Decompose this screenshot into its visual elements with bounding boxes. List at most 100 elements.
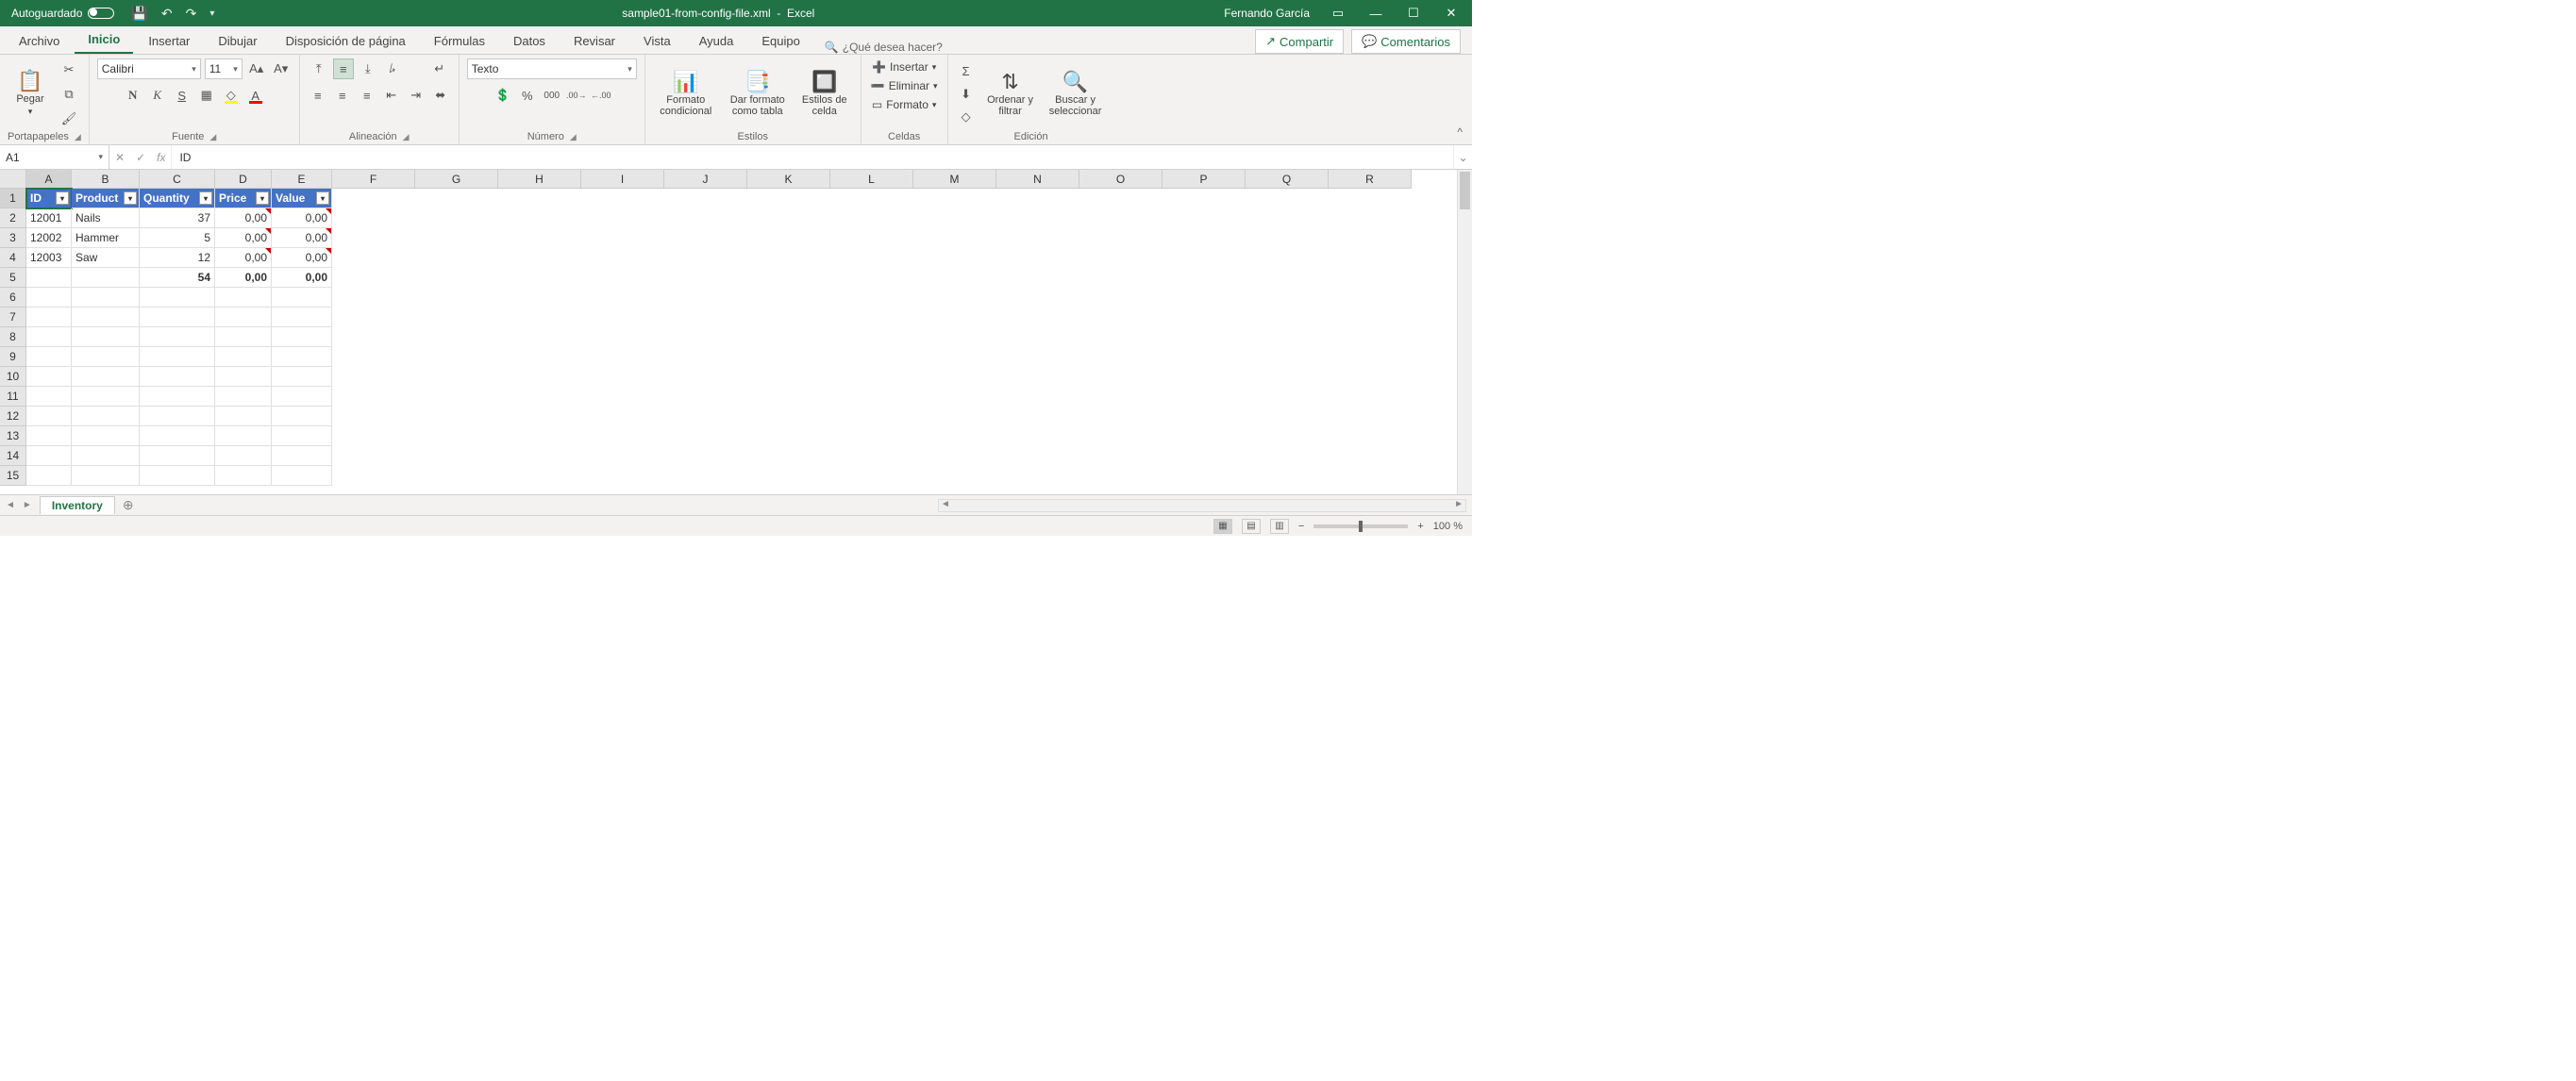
tab-layout[interactable]: Disposición de página <box>273 28 419 54</box>
dialog-launcher-icon[interactable]: ◢ <box>570 132 577 142</box>
row-header-7[interactable]: 7 <box>0 308 26 327</box>
align-left-icon[interactable]: ≡ <box>308 85 328 106</box>
increase-font-icon[interactable]: A▴ <box>246 58 267 79</box>
qat-dropdown-icon[interactable]: ▾ <box>209 8 214 19</box>
cell[interactable] <box>272 347 332 367</box>
font-color-icon[interactable]: A <box>245 85 266 106</box>
sheet-nav-next-icon[interactable]: ► <box>23 500 32 510</box>
decrease-indent-icon[interactable]: ⇤ <box>381 85 402 106</box>
tell-me-search[interactable]: 🔍 ¿Qué desea hacer? <box>825 41 943 54</box>
cell-A5[interactable] <box>26 268 72 288</box>
cell-A2[interactable]: 12001 <box>26 208 72 228</box>
cell[interactable] <box>272 387 332 407</box>
user-name[interactable]: Fernando García <box>1214 7 1319 20</box>
number-format-combo[interactable]: Texto▾ <box>467 58 637 79</box>
cell[interactable] <box>72 288 140 308</box>
col-header-H[interactable]: H <box>498 170 581 189</box>
share-button[interactable]: ↗ Compartir <box>1255 29 1344 54</box>
tab-team[interactable]: Equipo <box>748 28 812 54</box>
cell-C5[interactable]: 54 <box>140 268 215 288</box>
page-layout-view-icon[interactable]: ▤ <box>1242 519 1261 534</box>
cell[interactable] <box>26 327 72 347</box>
cell-A1[interactable]: ID▾ <box>26 189 72 208</box>
col-header-J[interactable]: J <box>664 170 747 189</box>
row-header-8[interactable]: 8 <box>0 327 26 347</box>
cell[interactable] <box>140 367 215 387</box>
cell[interactable] <box>215 327 272 347</box>
cell-E2[interactable]: 0,00 <box>272 208 332 228</box>
cell[interactable] <box>140 347 215 367</box>
cell-B3[interactable]: Hammer <box>72 228 140 248</box>
row-header-2[interactable]: 2 <box>0 208 26 228</box>
cell[interactable] <box>272 288 332 308</box>
tab-review[interactable]: Revisar <box>560 28 628 54</box>
cell-B1[interactable]: Product▾ <box>72 189 140 208</box>
cell-styles-button[interactable]: 🔲Estilos de celda <box>796 70 853 119</box>
cell[interactable] <box>272 327 332 347</box>
row-header-3[interactable]: 3 <box>0 228 26 248</box>
dialog-launcher-icon[interactable]: ◢ <box>403 132 410 142</box>
cell-E5[interactable]: 0,00 <box>272 268 332 288</box>
tab-view[interactable]: Vista <box>630 28 684 54</box>
cell[interactable] <box>140 327 215 347</box>
cell[interactable] <box>272 426 332 446</box>
col-header-B[interactable]: B <box>72 170 140 189</box>
normal-view-icon[interactable]: ▦ <box>1213 519 1232 534</box>
decrease-decimal-icon[interactable]: ←.00 <box>591 85 611 106</box>
font-size-combo[interactable]: 11▾ <box>205 58 243 79</box>
cell[interactable] <box>215 387 272 407</box>
col-header-M[interactable]: M <box>913 170 996 189</box>
comma-style-icon[interactable]: 000 <box>542 85 562 106</box>
format-painter-icon[interactable]: 🖌 <box>59 108 79 129</box>
cell[interactable] <box>140 466 215 486</box>
italic-button[interactable]: K <box>147 85 168 106</box>
fill-color-icon[interactable]: ◇ <box>221 85 242 106</box>
font-name-combo[interactable]: Calibri▾ <box>97 58 201 79</box>
cell[interactable] <box>272 466 332 486</box>
zoom-slider[interactable] <box>1313 524 1408 528</box>
comments-button[interactable]: 💬 Comentarios <box>1351 29 1461 54</box>
cell-D5[interactable]: 0,00 <box>215 268 272 288</box>
col-header-R[interactable]: R <box>1329 170 1412 189</box>
fx-icon[interactable]: fx <box>157 151 165 164</box>
fill-icon[interactable]: ⬇ <box>956 84 977 105</box>
cell-E1[interactable]: Value▾ <box>272 189 332 208</box>
dialog-launcher-icon[interactable]: ◢ <box>75 132 81 142</box>
name-box[interactable]: A1▾ <box>0 145 109 169</box>
collapse-ribbon-icon[interactable]: ^ <box>1447 120 1472 144</box>
cell[interactable] <box>72 327 140 347</box>
merge-icon[interactable]: ⬌ <box>430 85 451 106</box>
row-header-15[interactable]: 15 <box>0 466 26 486</box>
zoom-level[interactable]: 100 % <box>1433 521 1463 532</box>
accounting-format-icon[interactable]: 💲 <box>493 85 513 106</box>
row-header-1[interactable]: 1 <box>0 189 26 208</box>
cell[interactable] <box>72 308 140 327</box>
cell[interactable] <box>215 347 272 367</box>
filter-icon[interactable]: ▾ <box>124 191 137 205</box>
sort-filter-button[interactable]: ⇅Ordenar y filtrar <box>982 70 1039 119</box>
align-center-icon[interactable]: ≡ <box>332 85 353 106</box>
decrease-font-icon[interactable]: A▾ <box>271 58 292 79</box>
cell[interactable] <box>26 466 72 486</box>
col-header-I[interactable]: I <box>581 170 664 189</box>
zoom-in-icon[interactable]: + <box>1417 521 1423 532</box>
zoom-out-icon[interactable]: − <box>1298 521 1304 532</box>
tab-home[interactable]: Inicio <box>75 26 133 54</box>
dialog-launcher-icon[interactable]: ◢ <box>209 132 216 142</box>
col-header-E[interactable]: E <box>272 170 332 189</box>
row-header-6[interactable]: 6 <box>0 288 26 308</box>
col-header-A[interactable]: A <box>26 170 72 189</box>
select-all-corner[interactable] <box>0 170 26 189</box>
copy-icon[interactable]: ⧉ <box>59 84 79 105</box>
col-header-Q[interactable]: Q <box>1246 170 1329 189</box>
filter-icon[interactable]: ▾ <box>56 191 69 205</box>
row-header-4[interactable]: 4 <box>0 248 26 268</box>
cell-D4[interactable]: 0,00 <box>215 248 272 268</box>
underline-button[interactable]: S <box>172 85 192 106</box>
percent-icon[interactable]: % <box>517 85 538 106</box>
format-cells-button[interactable]: ▭Formato▾ <box>870 96 939 113</box>
col-header-P[interactable]: P <box>1163 170 1246 189</box>
cell[interactable] <box>26 426 72 446</box>
cell[interactable] <box>140 288 215 308</box>
cell[interactable] <box>215 308 272 327</box>
